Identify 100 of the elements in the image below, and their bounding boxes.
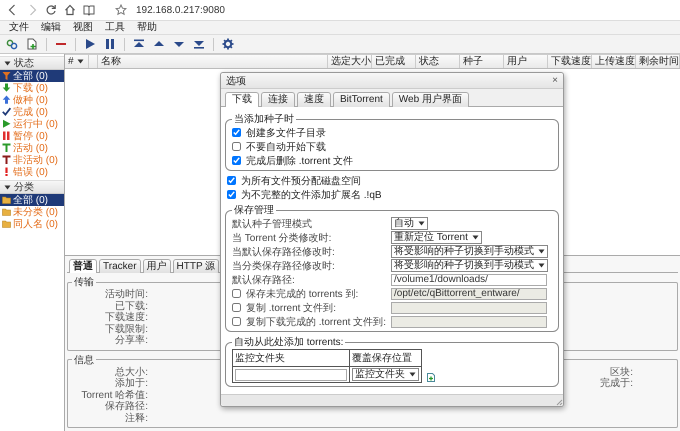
section-header[interactable]: 状态: [0, 56, 64, 70]
close-button[interactable]: ×: [552, 74, 558, 86]
tab[interactable]: Tracker: [99, 259, 141, 273]
dropdown[interactable]: 重新定位 Torrent: [391, 231, 482, 244]
move-top-icon[interactable]: [133, 38, 145, 50]
tab[interactable]: HTTP 源: [172, 259, 220, 273]
column-header[interactable]: 选定大小: [328, 55, 372, 68]
dropdown[interactable]: 自动: [391, 217, 428, 230]
menu-item[interactable]: 视图: [67, 21, 99, 34]
sidebar-item[interactable]: 全部 (0): [0, 194, 64, 206]
field-label: 总大小:: [114, 366, 148, 378]
star-icon[interactable]: [115, 4, 127, 16]
chain-icon[interactable]: [6, 38, 18, 50]
caret-icon: [409, 372, 416, 377]
field-label: 当分类保存路径修改时:: [232, 260, 336, 272]
tab[interactable]: 下载: [225, 92, 259, 107]
field-label: 已下载:: [114, 300, 148, 312]
checkbox[interactable]: [232, 156, 241, 165]
option-label: 创建多文件子目录: [246, 126, 326, 140]
column-header[interactable]: 状态: [416, 55, 460, 68]
column-header[interactable]: 已完成: [372, 55, 416, 68]
add-file-icon[interactable]: [26, 38, 38, 50]
field-label: Torrent 哈希值:: [80, 390, 148, 401]
tab[interactable]: 普通: [69, 259, 97, 273]
move-bottom-icon[interactable]: [193, 38, 205, 50]
field-label: 活动时间:: [104, 289, 148, 300]
field-label: 默认种子管理模式: [232, 218, 313, 230]
group-title: 保存管理: [233, 204, 275, 217]
column-header[interactable]: 种子: [460, 55, 504, 68]
caret-icon: [538, 249, 545, 254]
column-header[interactable]: 用户: [504, 55, 548, 68]
settings-icon[interactable]: [222, 38, 234, 50]
group-title: 信息: [73, 354, 95, 366]
filter-icon: [2, 71, 11, 81]
group-title: 传输: [73, 276, 95, 289]
field-label: 保存路径:: [104, 401, 148, 412]
field-label: 完成于:: [599, 378, 633, 390]
path-field[interactable]: [235, 368, 347, 380]
column-header[interactable]: 下载速度: [548, 55, 592, 68]
sidebar-item[interactable]: 全部 (0): [0, 70, 64, 82]
down-arrow-icon: [2, 83, 11, 93]
menu-item[interactable]: 编辑: [35, 21, 67, 34]
tab[interactable]: Web 用户界面: [392, 92, 469, 107]
home-icon[interactable]: [64, 4, 76, 16]
caret-icon: [538, 263, 545, 268]
column-header[interactable]: 名称: [98, 55, 328, 68]
group-title: 自动从此处添加 torrents:: [233, 336, 344, 349]
option-label: 不要自动开始下载: [246, 140, 326, 154]
group-title: 当添加种子时: [233, 112, 295, 126]
menu-item[interactable]: 帮助: [131, 21, 163, 34]
option-label: 保存未完成的 torrents 到:: [246, 288, 358, 300]
menu-item[interactable]: 工具: [99, 21, 131, 34]
section-header[interactable]: 分类: [0, 180, 64, 194]
caret-icon: [418, 221, 425, 226]
checkmark-icon: [2, 107, 11, 117]
option-label: 完成后删除 .torrent 文件: [246, 154, 354, 168]
field-label: 下载速度:: [104, 312, 148, 324]
field-label: 下载限制:: [104, 324, 148, 334]
option-label: 为不完整的文件添加扩展名 .!qB: [241, 188, 382, 202]
up-arrow-icon: [2, 95, 11, 105]
dropdown[interactable]: 将受影响的种子切换到手动模式: [391, 245, 548, 258]
column-header[interactable]: #: [65, 55, 89, 68]
field-label: 当 Torrent 分类修改时:: [232, 232, 332, 244]
field-label: 添加于:: [114, 378, 148, 390]
checkbox[interactable]: [227, 176, 236, 185]
column-header[interactable]: 剩余时间: [636, 55, 680, 68]
tab[interactable]: 用户: [142, 259, 171, 273]
play-icon: [2, 119, 11, 129]
column-header[interactable]: 上传速度: [592, 55, 636, 68]
pause-icon[interactable]: [104, 38, 116, 50]
checkbox[interactable]: [232, 128, 241, 137]
path-field[interactable]: /volume1/downloads/: [391, 274, 547, 286]
field-label: 当默认保存路径修改时:: [232, 246, 336, 258]
play-icon[interactable]: [84, 38, 96, 50]
column-header: 覆盖保存位置: [350, 350, 422, 366]
dialog-title: 选项: [226, 74, 246, 88]
tab[interactable]: BitTorrent: [333, 92, 390, 107]
resize-grip-icon[interactable]: [555, 398, 563, 406]
reload-icon[interactable]: [45, 4, 57, 16]
dropdown[interactable]: 将受影响的种子切换到手动模式: [391, 259, 548, 272]
dropdown[interactable]: 监控文件夹: [352, 368, 419, 381]
option-label: 复制 .torrent 文件到:: [246, 302, 336, 314]
checkbox[interactable]: [227, 190, 236, 199]
tab[interactable]: 连接: [261, 92, 295, 107]
book-icon[interactable]: [83, 4, 95, 16]
checkbox[interactable]: [232, 142, 241, 151]
field-label: 注释:: [124, 412, 148, 424]
column-header: 监控文件夹: [232, 350, 350, 366]
option-label: 复制下载完成的 .torrent 文件到:: [246, 316, 386, 328]
field-label: 分享率:: [114, 335, 148, 346]
menu-item[interactable]: 文件: [3, 21, 35, 34]
field-label: 默认保存路径:: [232, 274, 296, 286]
add-icon[interactable]: [426, 372, 436, 383]
field-label: 区块:: [609, 366, 633, 378]
tab[interactable]: 速度: [297, 92, 331, 107]
caret-icon: [472, 235, 479, 240]
option-label: 为所有文件预分配磁盘空间: [241, 174, 361, 188]
address-text[interactable]: 192.168.0.217:9080: [136, 4, 225, 16]
pause-icon: [2, 131, 11, 141]
caret-icon: [76, 59, 84, 64]
